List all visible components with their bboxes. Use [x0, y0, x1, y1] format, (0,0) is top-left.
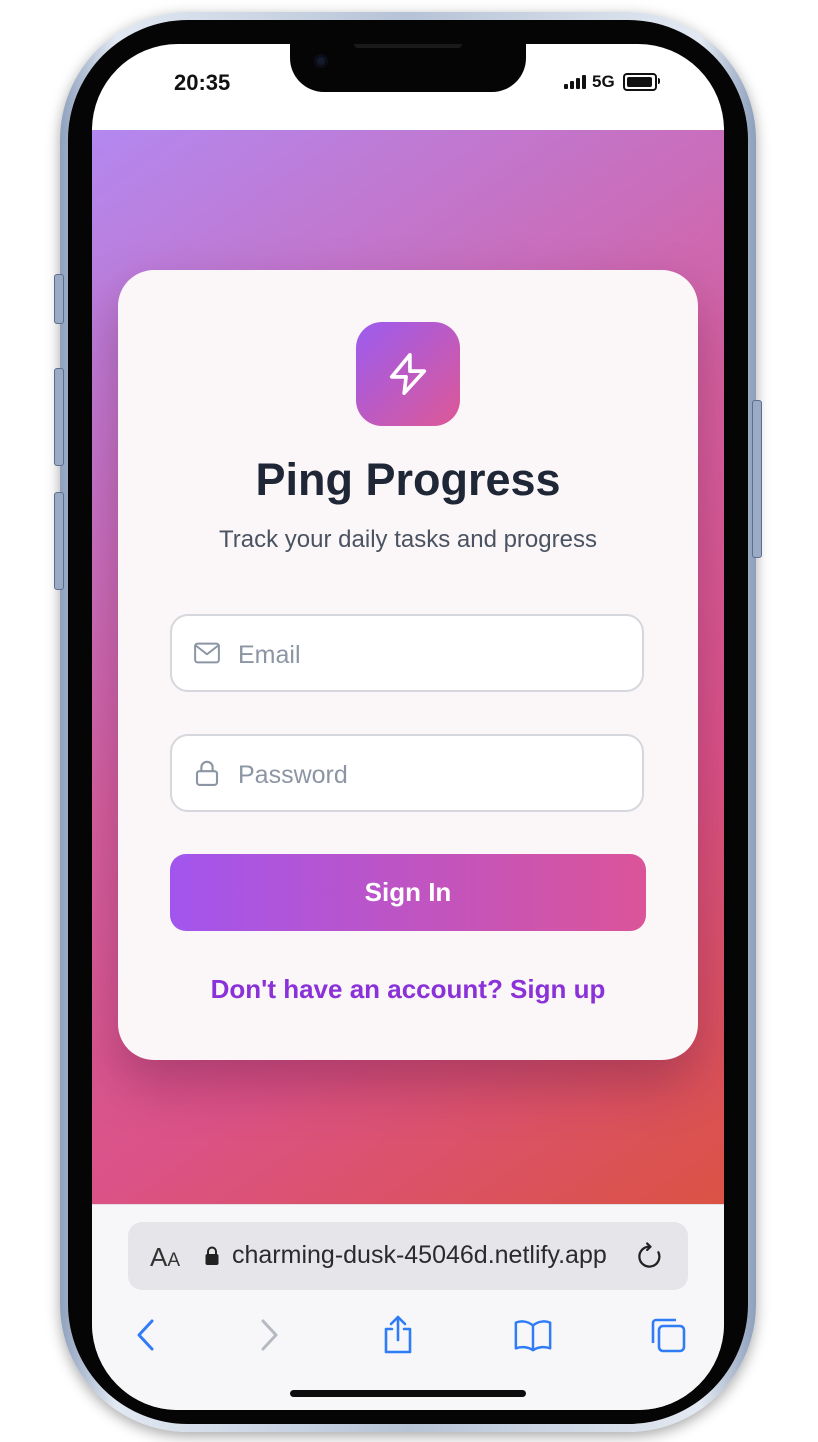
silent-switch	[54, 274, 64, 324]
password-field[interactable]	[170, 734, 644, 812]
email-field[interactable]	[170, 614, 644, 692]
address-bar[interactable]: AA charming-dusk-45046d.netlify.app	[128, 1222, 688, 1290]
page-background: Ping Progress Track your daily tasks and…	[92, 130, 724, 1204]
secure-lock-icon	[205, 1246, 219, 1265]
app-logo	[356, 322, 460, 426]
back-button[interactable]	[126, 1313, 166, 1357]
back-icon	[137, 1319, 154, 1351]
mail-icon	[194, 642, 220, 664]
bookmarks-icon	[514, 1320, 552, 1352]
front-camera	[314, 54, 328, 68]
login-card: Ping Progress Track your daily tasks and…	[118, 270, 698, 1060]
volume-up-button	[54, 368, 64, 466]
status-time: 20:35	[174, 70, 231, 95]
speaker-grille	[354, 44, 462, 48]
network-label: 5G	[592, 72, 615, 91]
forward-button[interactable]	[249, 1313, 289, 1357]
share-button[interactable]	[378, 1313, 418, 1357]
app-subtitle: Track your daily tasks and progress	[219, 526, 597, 553]
notch	[290, 44, 526, 92]
status-indicators: 5G	[564, 72, 660, 92]
signal-icon	[564, 75, 586, 89]
battery-icon	[622, 73, 660, 91]
forward-icon	[261, 1319, 278, 1351]
text-size-button[interactable]: AA	[150, 1242, 180, 1273]
sign-up-link[interactable]: Don't have an account? Sign up	[118, 974, 698, 1005]
sign-in-button[interactable]: Sign In	[170, 854, 646, 931]
email-input[interactable]	[236, 634, 630, 676]
share-icon	[384, 1315, 412, 1354]
tabs-button[interactable]	[648, 1313, 688, 1357]
volume-down-button	[54, 492, 64, 590]
lightning-icon	[389, 353, 427, 395]
tabs-icon	[651, 1318, 686, 1353]
app-title: Ping Progress	[255, 454, 561, 505]
power-button	[752, 400, 762, 558]
bookmarks-button[interactable]	[513, 1313, 553, 1357]
phone-screen: 20:35 5G Ping Progress Track your daily …	[92, 44, 724, 1410]
browser-toolbar: AA charming-dusk-45046d.netlify.app	[92, 1204, 724, 1410]
reload-icon[interactable]	[634, 1240, 664, 1272]
url-text: charming-dusk-45046d.netlify.app	[232, 1241, 607, 1269]
lock-icon	[195, 760, 219, 786]
home-indicator[interactable]	[290, 1390, 526, 1397]
password-input[interactable]	[236, 754, 630, 796]
